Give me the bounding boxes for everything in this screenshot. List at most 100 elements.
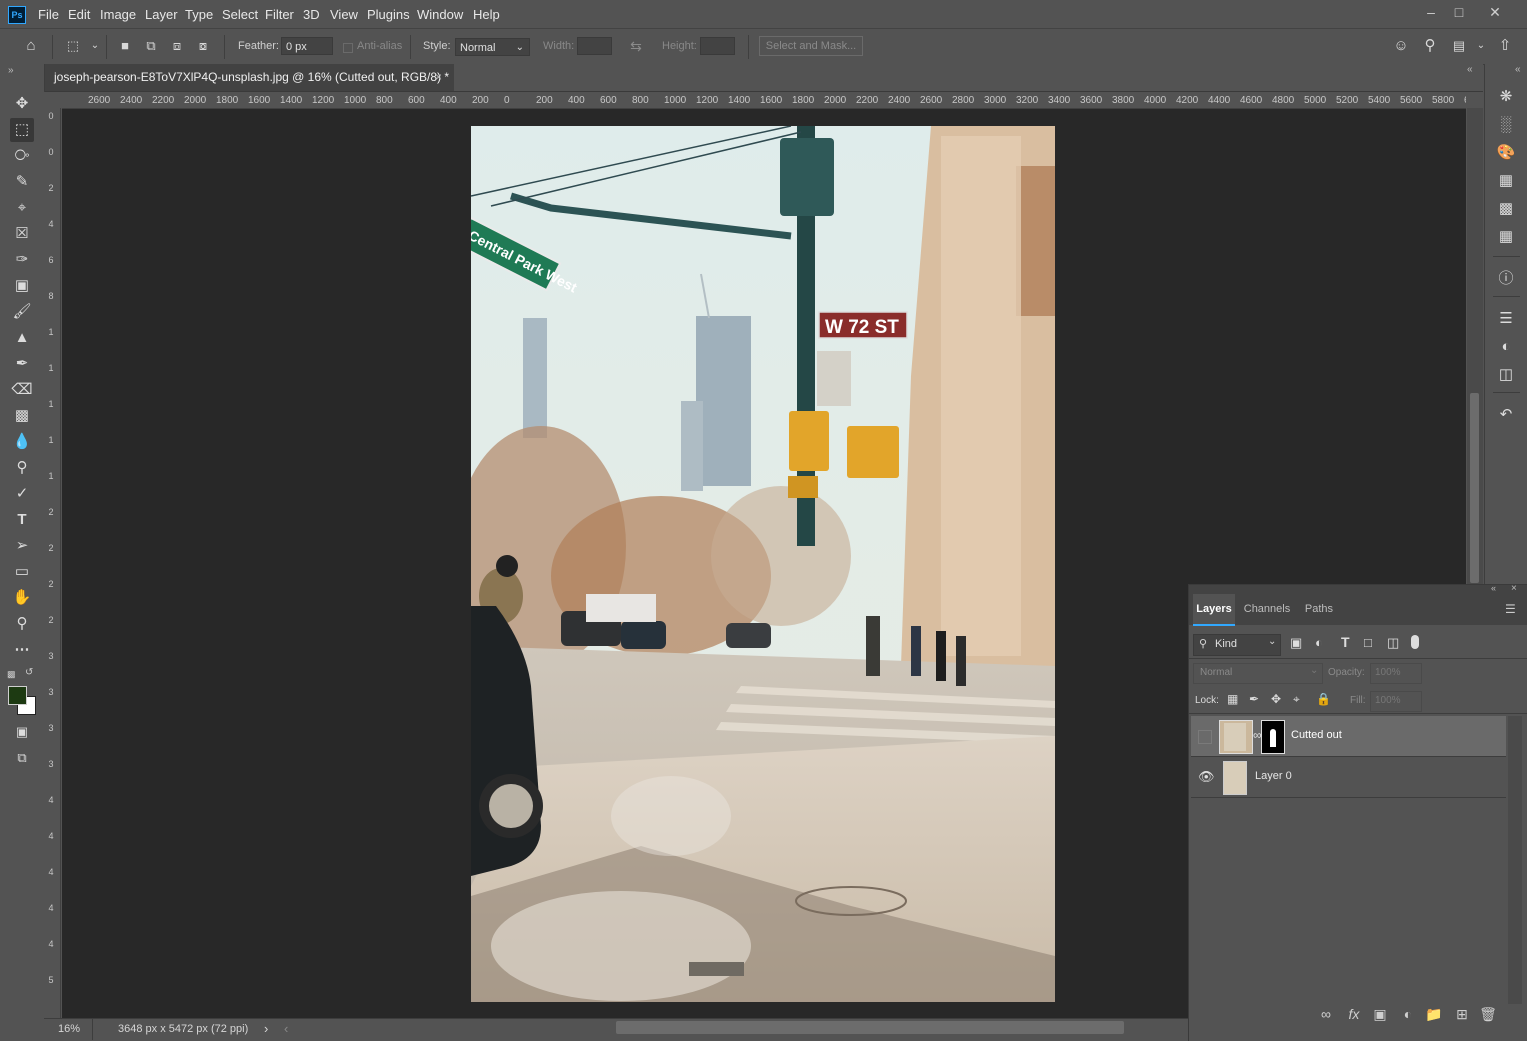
layer-mask-thumbnail[interactable] [1261, 720, 1285, 754]
default-colors-icon[interactable]: ▩ [7, 669, 16, 680]
menu-3d[interactable]: 3D [303, 7, 320, 22]
tab-channels[interactable]: Channels [1239, 594, 1295, 624]
foreground-color-swatch[interactable] [8, 686, 27, 705]
new-layer-icon[interactable]: ⊞ [1452, 1004, 1472, 1024]
layer-thumbnail[interactable] [1223, 761, 1247, 795]
width-input[interactable] [577, 37, 612, 55]
workspace-icon[interactable]: ▤ [1448, 35, 1470, 57]
blur-tool-icon[interactable]: 💧 [10, 430, 34, 454]
more-tools-icon[interactable]: ⋯ [10, 638, 34, 662]
style-select[interactable]: Normal ⌄ [455, 38, 530, 56]
adjustments-icon[interactable]: ◐ [1495, 336, 1517, 358]
type-tool-icon[interactable]: T [10, 508, 34, 532]
horizontal-ruler[interactable]: 2600 2400 2200 2000 1800 1600 1400 1200 1000 800 6… [62, 92, 1466, 109]
filter-toggle-icon[interactable] [1411, 635, 1419, 649]
trash-icon[interactable]: 🗑 [1478, 1004, 1498, 1024]
add-mask-icon[interactable]: ▣ [1370, 1004, 1390, 1024]
filter-pixel-icon[interactable]: ▣ [1290, 635, 1302, 651]
visibility-toggle-off[interactable] [1198, 730, 1212, 744]
layer-thumbnail[interactable] [1219, 720, 1253, 754]
layers-scrollbar[interactable] [1508, 716, 1522, 1004]
fill-input[interactable]: 100% [1370, 691, 1422, 712]
chevron-down-icon[interactable]: ⌄ [1470, 35, 1492, 57]
eraser-tool-icon[interactable]: ⌫ [10, 378, 34, 402]
libraries-icon[interactable]: ◫ [1495, 364, 1517, 386]
subtract-from-selection-icon[interactable]: ⧈ [166, 35, 188, 57]
history-brush-tool-icon[interactable]: ✒ [10, 352, 34, 376]
vertical-scroll-thumb[interactable] [1470, 393, 1479, 583]
collapse-panel-icon[interactable]: « [1491, 583, 1496, 593]
share-icon[interactable]: ⇧ [1494, 35, 1516, 57]
vertical-ruler[interactable]: 0 0 2 4 6 8 1 1 1 1 1 2 2 2 2 3 3 3 3 4 4 4 4 4 5 [44, 108, 61, 1018]
filter-kind-select[interactable]: ⚲ Kind ⌄ [1193, 634, 1281, 656]
lock-all-icon[interactable]: 🔒 [1316, 692, 1331, 706]
menu-plugins[interactable]: Plugins [367, 7, 410, 22]
layer-style-fx-icon[interactable]: fx [1344, 1004, 1364, 1024]
zoom-tool-icon[interactable]: ⚲ [10, 612, 34, 636]
menu-edit[interactable]: Edit [68, 7, 90, 22]
add-to-selection-icon[interactable]: ⧉ [140, 35, 162, 57]
crop-tool-icon[interactable]: ⌖ [10, 196, 34, 220]
brush-tool-icon[interactable]: 🖌 [10, 300, 34, 324]
quick-mask-icon[interactable]: ▣ [10, 720, 34, 744]
menu-image[interactable]: Image [100, 7, 136, 22]
layer-name[interactable]: Cutted out [1291, 729, 1342, 741]
select-and-mask-button[interactable]: Select and Mask... [759, 36, 863, 56]
filter-adjustment-icon[interactable]: ◐ [1315, 635, 1323, 650]
menu-window[interactable]: Window [417, 7, 463, 22]
expand-toolbar-icon[interactable]: » [8, 65, 14, 76]
info-icon[interactable]: ⓘ [1495, 268, 1517, 290]
new-group-folder-icon[interactable]: 📁 [1424, 1004, 1444, 1024]
table-grid-icon[interactable]: ▦ [1495, 226, 1517, 248]
minimize-icon[interactable]: – [1417, 2, 1445, 24]
layer-row-layer-0[interactable]: 👁 Layer 0 [1191, 757, 1506, 797]
tab-paths[interactable]: Paths [1299, 594, 1339, 624]
document-tab[interactable]: joseph-pearson-E8ToV7XlP4Q-unsplash.jpg … [45, 64, 454, 91]
link-layers-icon[interactable]: ∞ [1316, 1004, 1336, 1024]
rectangular-marquee-tool-icon[interactable]: ⬚ [10, 118, 34, 142]
filter-smart-object-icon[interactable]: ◫ [1387, 635, 1399, 651]
user-search-icon[interactable]: ☺ [1390, 35, 1412, 57]
collapse-strip-icon[interactable]: « [1515, 64, 1521, 75]
histogram-icon[interactable]: ░ [1495, 114, 1517, 136]
properties-sliders-icon[interactable]: ☰ [1495, 308, 1517, 330]
menu-file[interactable]: File [38, 7, 59, 22]
menu-type[interactable]: Type [185, 7, 213, 22]
menu-filter[interactable]: Filter [265, 7, 294, 22]
hand-tool-icon[interactable]: ✋ [10, 586, 34, 610]
lasso-tool-icon[interactable]: ⧂ [10, 144, 34, 168]
status-menu-arrow-icon[interactable]: › [264, 1021, 268, 1036]
dodge-tool-icon[interactable]: ⚲ [10, 456, 34, 480]
close-tab-icon[interactable]: × [435, 64, 442, 90]
screen-mode-icon[interactable]: ⧉ [10, 746, 34, 770]
pen-tool-icon[interactable]: ✓ [10, 482, 34, 506]
swap-width-height-icon[interactable]: ⇆ [625, 35, 647, 57]
maximize-icon[interactable]: □ [1445, 2, 1473, 24]
lock-position-icon[interactable]: ✥ [1271, 692, 1281, 706]
blend-mode-select[interactable]: Normal ⌄ [1193, 663, 1323, 684]
vertical-scrollbar[interactable] [1467, 108, 1483, 584]
panel-menu-icon[interactable]: ☰ [1505, 602, 1516, 616]
menu-select[interactable]: Select [222, 7, 258, 22]
move-tool-icon[interactable]: ✥ [10, 92, 34, 116]
feather-input[interactable]: 0 px [281, 37, 333, 55]
lock-transparent-icon[interactable]: ▦ [1227, 692, 1238, 706]
chevron-down-icon[interactable]: ⌄ [84, 35, 106, 57]
gradients-icon[interactable]: ▩ [1495, 198, 1517, 220]
layer-row-cutted-out[interactable]: ∞ Cutted out [1191, 716, 1506, 756]
menu-layer[interactable]: Layer [145, 7, 178, 22]
height-input[interactable] [700, 37, 735, 55]
filter-shape-icon[interactable]: □ [1364, 635, 1372, 650]
antialias-checkbox[interactable] [343, 43, 353, 53]
eyedropper-tool-icon[interactable]: ✑ [10, 248, 34, 272]
gradient-tool-icon[interactable]: ▩ [10, 404, 34, 428]
scroll-left-arrow-icon[interactable]: ‹ [284, 1021, 288, 1036]
rectangle-tool-icon[interactable]: ▭ [10, 560, 34, 584]
menu-view[interactable]: View [330, 7, 358, 22]
collapse-panels-icon[interactable]: « [1467, 64, 1473, 75]
menu-help[interactable]: Help [473, 7, 500, 22]
search-icon[interactable]: ⚲ [1419, 35, 1441, 57]
new-adjustment-layer-icon[interactable]: ◐ [1398, 1004, 1418, 1024]
lock-image-brush-icon[interactable]: ✒ [1249, 692, 1259, 706]
horizontal-scroll-thumb[interactable] [616, 1021, 1124, 1034]
